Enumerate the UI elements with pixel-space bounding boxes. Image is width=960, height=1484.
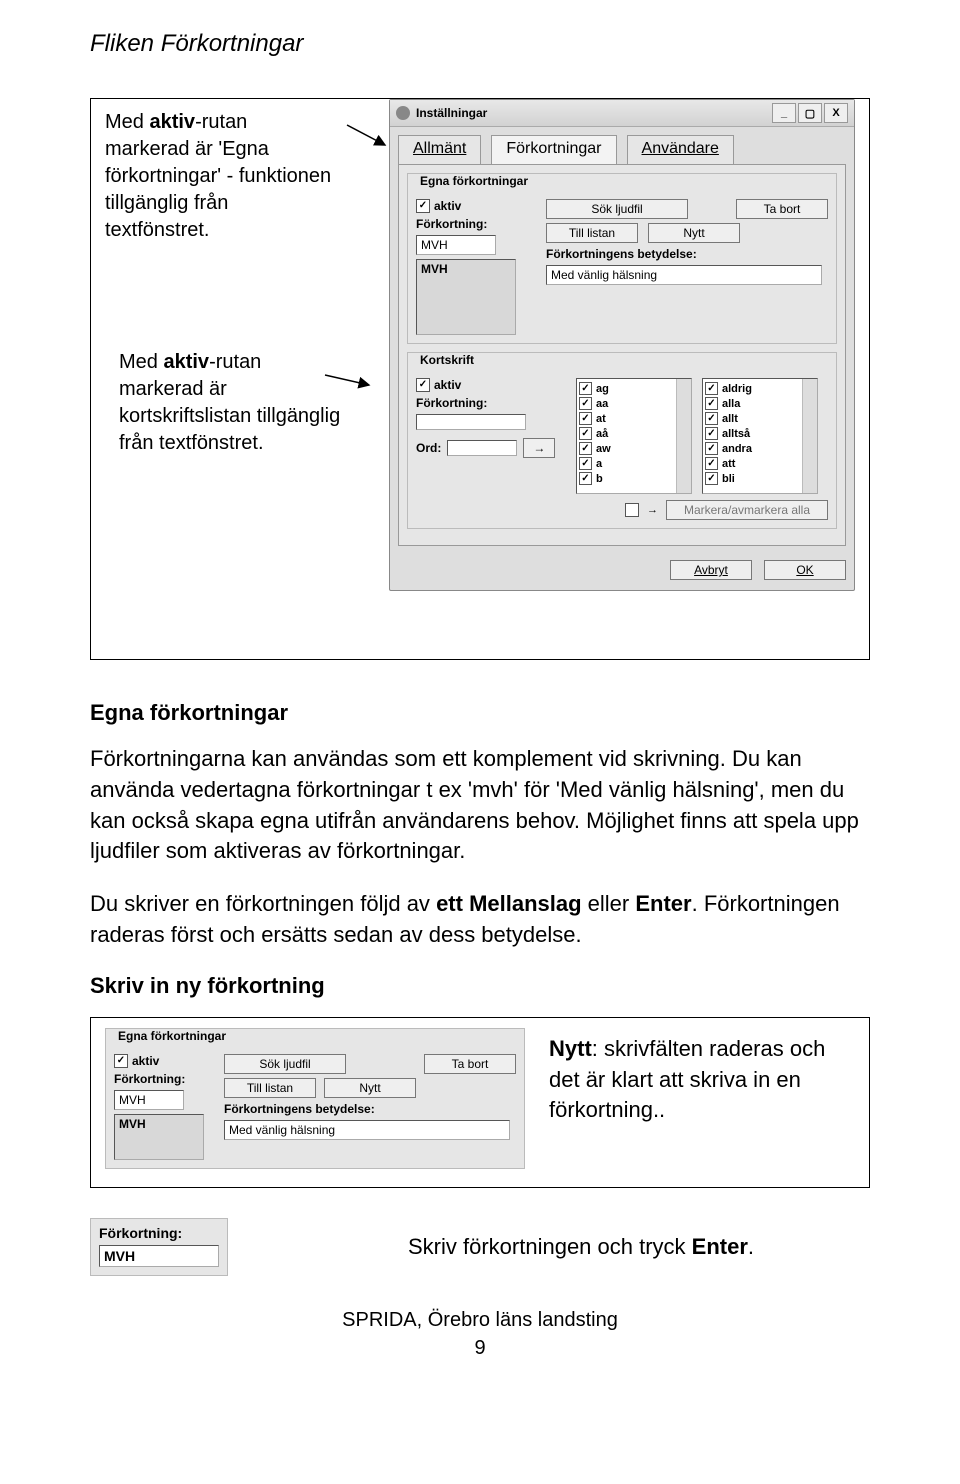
- callout-text-2-span: Med aktiv-rutan markerad är kortskriftsl…: [119, 351, 340, 454]
- close-button[interactable]: X: [824, 103, 848, 123]
- aktiv-checkbox-egna-2[interactable]: ✓aktiv: [114, 1054, 214, 1068]
- ok-button[interactable]: OK: [764, 560, 846, 580]
- tab-allmant[interactable]: Allmänt: [398, 135, 481, 164]
- forkortning-label-2: Förkortning:: [416, 396, 566, 410]
- betydelse-input-2[interactable]: Med vänlig hälsning: [224, 1120, 510, 1140]
- callout-text-1: Med aktiv-rutan markerad är 'Egna förkor…: [91, 99, 345, 254]
- group-kortskrift: Kortskrift ✓aktiv Förkortning: Ord: [407, 352, 837, 529]
- checklist-item[interactable]: ✓aldrig: [705, 381, 815, 396]
- ord-input[interactable]: [447, 440, 517, 456]
- forkortning-input-2[interactable]: [416, 414, 526, 430]
- tab-forkortningar[interactable]: Förkortningar: [491, 135, 616, 164]
- callout-figure: Med aktiv-rutan markerad är 'Egna förkor…: [90, 98, 870, 660]
- group1-legend-2: Egna förkortningar: [114, 1029, 230, 1043]
- ord-label: Ord:: [416, 441, 441, 455]
- checklist-item[interactable]: ✓aa: [579, 396, 689, 411]
- window-titlebar: Inställningar _ ▢ X: [390, 100, 854, 127]
- scrollbar[interactable]: [676, 379, 691, 493]
- ta-bort-button-2[interactable]: Ta bort: [424, 1054, 516, 1074]
- paragraph-1: Förkortningarna kan användas som ett kom…: [90, 744, 870, 867]
- group2-legend: Kortskrift: [416, 353, 478, 367]
- minimize-button[interactable]: _: [772, 103, 796, 123]
- forkortning-label-3: Förkortning:: [114, 1072, 214, 1086]
- settings-dialog: Inställningar _ ▢ X Allmänt Förkortninga…: [389, 99, 855, 591]
- avbryt-button[interactable]: Avbryt: [670, 560, 752, 580]
- checklist-item[interactable]: ✓at: [579, 411, 689, 426]
- aktiv-checkbox-egna[interactable]: ✓aktiv: [416, 199, 536, 213]
- arrow-button[interactable]: →: [523, 438, 555, 458]
- maximize-button[interactable]: ▢: [798, 103, 822, 123]
- group-egna-forkortningar: Egna förkortningar ✓aktiv Förkortning: M…: [407, 173, 837, 344]
- forkortning-input-3[interactable]: MVH: [114, 1090, 184, 1110]
- fragment-text: Skriv förkortningen och tryck Enter.: [408, 1234, 870, 1260]
- forkortning-fragment: Förkortning: MVH: [90, 1218, 228, 1276]
- checklist-item[interactable]: ✓b: [579, 471, 689, 486]
- select-all-checkbox[interactable]: [625, 503, 639, 517]
- fragment-label: Förkortning:: [99, 1225, 219, 1241]
- forkortning-label: Förkortning:: [416, 217, 536, 231]
- forkortning-input[interactable]: MVH: [416, 235, 496, 255]
- checklist-item[interactable]: ✓aw: [579, 441, 689, 456]
- skriv-in-heading: Skriv in ny förkortning: [90, 973, 870, 999]
- checklist-item[interactable]: ✓andra: [705, 441, 815, 456]
- scrollbar[interactable]: [802, 379, 817, 493]
- callout-text-1-span: Med aktiv-rutan markerad är 'Egna förkor…: [105, 111, 331, 241]
- nytt-button[interactable]: Nytt: [648, 223, 740, 243]
- window-title: Inställningar: [416, 106, 770, 120]
- fragment-text-span: Skriv förkortningen och tryck Enter.: [408, 1234, 754, 1259]
- nytt-explainer-span: Nytt: skrivfälten raderas och det är kla…: [549, 1036, 825, 1123]
- page-footer: SPRIDA, Örebro läns landsting 9: [90, 1306, 870, 1362]
- forkortning-listbox[interactable]: MVH: [416, 259, 516, 335]
- aktiv-checkbox-kortskrift[interactable]: ✓aktiv: [416, 378, 566, 392]
- till-listan-button-2[interactable]: Till listan: [224, 1078, 316, 1098]
- checklist-item[interactable]: ✓allt: [705, 411, 815, 426]
- nytt-explainer: Nytt: skrivfälten raderas och det är kla…: [549, 1028, 855, 1126]
- forkortning-listbox-2[interactable]: MVH: [114, 1114, 204, 1160]
- page-title: Fliken Förkortningar: [90, 30, 870, 58]
- betydelse-label-2: Förkortningens betydelse:: [224, 1102, 516, 1116]
- paragraph-2-span: Du skriver en förkortningen följd av ett…: [90, 891, 840, 947]
- app-icon: [396, 106, 410, 120]
- fragment-input[interactable]: MVH: [99, 1245, 219, 1267]
- sok-ljudfil-button-2[interactable]: Sök ljudfil: [224, 1054, 346, 1074]
- group1-legend: Egna förkortningar: [416, 174, 532, 188]
- nytt-figure: Egna förkortningar ✓aktiv Förkortning: M…: [90, 1017, 870, 1188]
- kortskrift-list-b[interactable]: ✓aldrig✓alla✓allt✓alltså✓andra✓att✓bli: [702, 378, 818, 494]
- ta-bort-button[interactable]: Ta bort: [736, 199, 828, 219]
- betydelse-input[interactable]: Med vänlig hälsning: [546, 265, 822, 285]
- checklist-item[interactable]: ✓alltså: [705, 426, 815, 441]
- kortskrift-list-a[interactable]: ✓ag✓aa✓at✓aå✓aw✓a✓b: [576, 378, 692, 494]
- callout-text-2: Med aktiv-rutan markerad är kortskriftsl…: [105, 339, 359, 467]
- sok-ljudfil-button[interactable]: Sök ljudfil: [546, 199, 688, 219]
- egna-forkortningar-panel-2: Egna förkortningar ✓aktiv Förkortning: M…: [105, 1028, 525, 1169]
- section-title: Egna förkortningar: [90, 700, 870, 726]
- arrow-icon: [323, 357, 373, 397]
- markera-alla-button[interactable]: Markera/avmarkera alla: [666, 500, 828, 520]
- nytt-button-2[interactable]: Nytt: [324, 1078, 416, 1098]
- paragraph-2: Du skriver en förkortningen följd av ett…: [90, 889, 870, 951]
- checklist-item[interactable]: ✓bli: [705, 471, 815, 486]
- checklist-item[interactable]: ✓a: [579, 456, 689, 471]
- arrow-icon: [345, 99, 389, 159]
- till-listan-button[interactable]: Till listan: [546, 223, 638, 243]
- checklist-item[interactable]: ✓att: [705, 456, 815, 471]
- betydelse-label: Förkortningens betydelse:: [546, 247, 828, 261]
- tab-anvandare[interactable]: Användare: [627, 135, 734, 164]
- checklist-item[interactable]: ✓ag: [579, 381, 689, 396]
- checklist-item[interactable]: ✓aå: [579, 426, 689, 441]
- checklist-item[interactable]: ✓alla: [705, 396, 815, 411]
